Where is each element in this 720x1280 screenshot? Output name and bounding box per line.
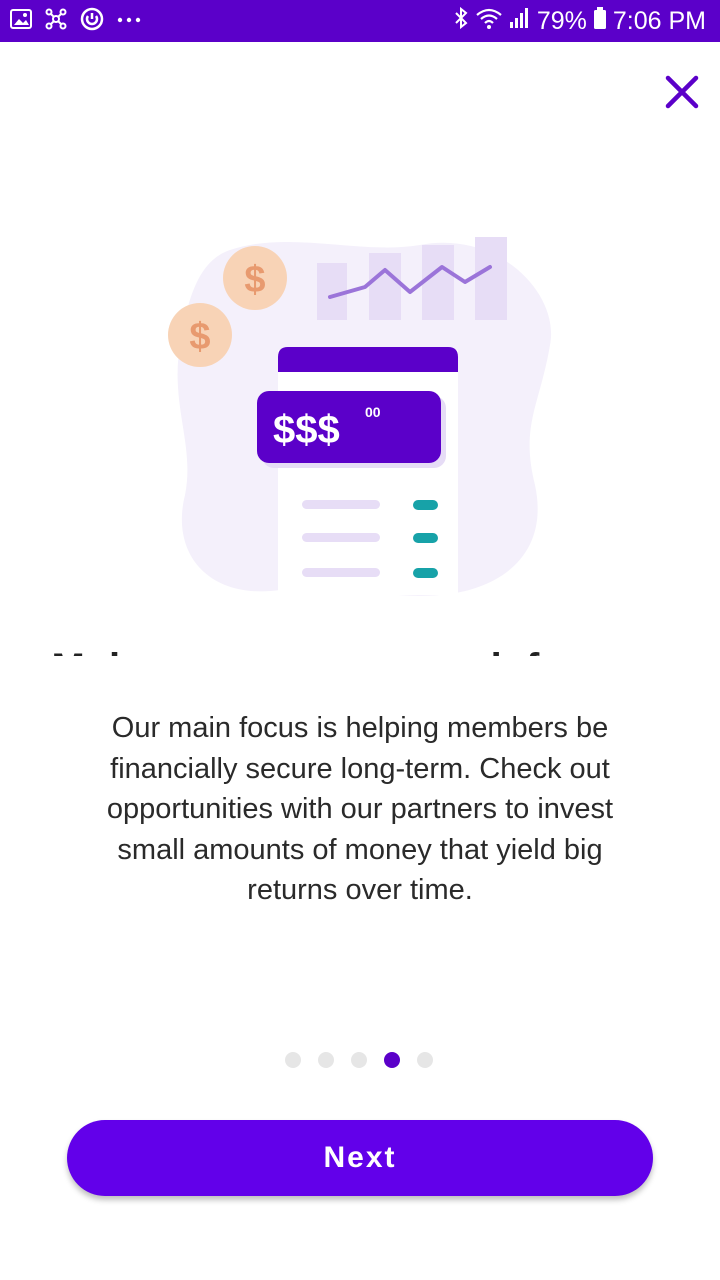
status-bar: 79% 7:06 PM (0, 0, 720, 42)
page-dot (285, 1052, 301, 1068)
receipt-line (302, 568, 380, 577)
page-dot-active (384, 1052, 400, 1068)
cents-label: 00 (365, 404, 381, 420)
more-dots-icon (116, 12, 142, 30)
page-dot (318, 1052, 334, 1068)
coin-symbol: $ (189, 316, 210, 358)
amount-label: $$$ (273, 408, 340, 452)
chart-bar (475, 237, 507, 320)
receipt-value (413, 500, 438, 510)
receipt-line (302, 500, 380, 509)
receipt-header (278, 347, 458, 372)
bluetooth-icon (453, 6, 469, 37)
status-bar-right: 79% 7:06 PM (453, 0, 706, 42)
clock: 7:06 PM (612, 6, 706, 35)
chart-bar (422, 245, 454, 320)
receipt-value (413, 568, 438, 578)
battery-icon (593, 6, 607, 37)
investment-illustration: $ $ $$$ 00 (160, 225, 560, 605)
receipt-paper (278, 350, 458, 595)
receipt-line (302, 533, 380, 542)
page-dot (417, 1052, 433, 1068)
onboarding-heading: Make your money work for you (0, 646, 720, 656)
battery-percent: 79% (536, 6, 587, 35)
close-button[interactable] (660, 70, 704, 114)
gallery-icon (10, 8, 32, 34)
network-icon (44, 7, 68, 36)
wifi-icon (475, 6, 503, 37)
coin-symbol: $ (244, 259, 265, 301)
sync-icon (80, 7, 104, 36)
receipt-value (413, 533, 438, 543)
heading-clip: Make your money work for you (0, 630, 720, 656)
signal-icon (509, 6, 531, 37)
close-icon (665, 75, 699, 109)
onboarding-description: Our main focus is helping members be fin… (106, 712, 614, 906)
next-button[interactable]: Next (67, 1120, 653, 1196)
status-bar-left (10, 0, 142, 42)
chart-bar (369, 253, 401, 320)
page-indicator (285, 1052, 433, 1068)
page-dot (351, 1052, 367, 1068)
